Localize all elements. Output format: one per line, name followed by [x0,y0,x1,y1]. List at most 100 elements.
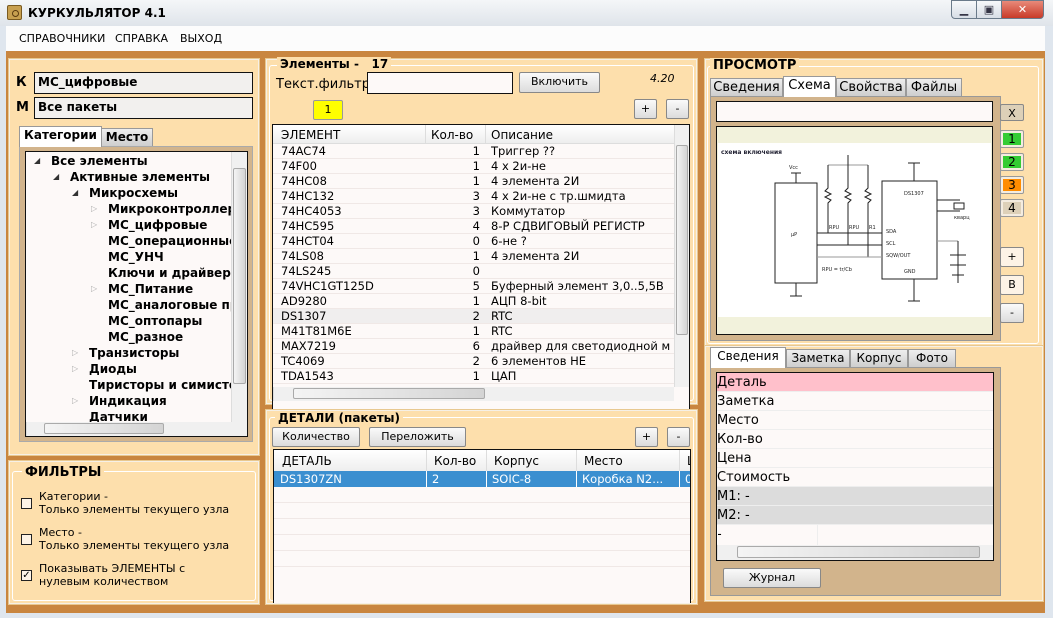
menu-exit[interactable]: ВЫХОД [180,32,222,45]
tree-item[interactable]: МС_УНЧ [26,249,231,265]
table-row[interactable]: 74HC132 3 4 х 2и-не с тр.шмидта [273,189,674,204]
col-1[interactable]: Кол-во [434,454,476,468]
info-tab-0[interactable]: Сведения [710,347,786,368]
move-button[interactable]: Переложить [369,427,466,447]
tree-item[interactable]: ▷ Индикация [26,393,231,409]
tab-0[interactable]: Сведения [710,78,783,97]
menu-references[interactable]: СПРАВОЧНИКИ [19,32,105,45]
table-row[interactable]: 74HC4053 3 Коммутатор [273,204,674,219]
table-row[interactable]: 74AC74 1 Триггер ?? [273,144,674,159]
table-row[interactable]: 74HCT04 0 6-не ? [273,234,674,249]
expanded-icon[interactable]: ◢ [53,169,59,185]
info-row[interactable]: МестоКоробка N2 зеленая [717,411,993,466]
info-tab-2[interactable]: Корпус [850,349,908,368]
maximize-button[interactable]: ▣ [976,0,1002,19]
collapsed-icon[interactable]: ▷ [91,281,97,297]
add-element-button[interactable]: + [634,99,657,119]
remove-element-button[interactable]: - [666,99,689,119]
table-row[interactable]: TDA1543 1 ЦАП [273,369,674,384]
zoom-out-button[interactable]: - [1000,303,1024,323]
number-button-1[interactable]: 1 [1000,130,1024,148]
elements-horizontal-scrollbar[interactable] [273,387,674,401]
add-detail-button[interactable]: + [635,427,658,447]
tree-horizontal-scrollbar[interactable] [26,422,247,436]
category-field[interactable]: МС_цифровые [34,72,253,94]
table-row[interactable]: 74HC08 1 4 элемента 2И [273,174,674,189]
filter-checkbox[interactable]: ✓ [21,570,32,581]
zoom-fit-button[interactable]: B [1000,275,1024,295]
collapsed-icon[interactable]: ▷ [91,201,97,217]
scroll-thumb[interactable] [233,168,246,384]
tree-item[interactable]: ▷ Микроконтроллеры [26,201,231,217]
tree-item[interactable]: ▷ Диоды [26,361,231,377]
table-row[interactable]: TC4069 2 6 элементов НЕ [273,354,674,369]
info-row[interactable]: M2: - - [717,506,993,560]
tab-1[interactable]: Схема [783,76,836,97]
scroll-thumb[interactable] [737,546,980,558]
tree-item[interactable]: ◢ Микросхемы [26,185,231,201]
minimize-button[interactable]: ▁ [951,0,977,19]
table-row[interactable]: 74LS245 0 [273,264,674,279]
clear-path-button[interactable]: X [1000,104,1024,121]
tree-item[interactable]: Тиристоры и симисторы [26,377,231,393]
table-row[interactable]: DS1307 2 RTC [273,309,674,324]
table-row[interactable]: 74HC595 4 8-Р СДВИГОВЫЙ РЕГИСТР [273,219,674,234]
tree-item[interactable]: МС_оптопары [26,313,231,329]
scroll-thumb[interactable] [44,423,164,434]
table-row-selected[interactable]: DS1307ZN 2 SOIC-8 Коробка N2... 0 [274,471,690,487]
close-window-button[interactable]: ✕ [1001,0,1044,19]
table-row[interactable]: 74F00 1 4 х 2и-не [273,159,674,174]
number-button-3[interactable]: 3 [1000,176,1024,194]
place-field[interactable]: Все пакеты [34,97,253,119]
table-row[interactable]: 74VHC1GT125D 5 Буферный элемент 3,0..5,5В [273,279,674,294]
filter-checkbox[interactable] [21,498,32,509]
journal-button[interactable]: Журнал [723,568,821,588]
elements-vertical-scrollbar[interactable] [674,125,689,387]
tree-item[interactable]: МС_разное [26,329,231,345]
tree-item[interactable]: ▷ Транзисторы [26,345,231,361]
table-row[interactable]: AD9280 1 АЦП 8-bit [273,294,674,309]
tree-item[interactable]: ▷ МС_Питание [26,281,231,297]
number-button-4[interactable]: 4 [1000,199,1024,217]
elements-table[interactable]: ЭЛЕМЕНТ Кол-во Описание 74AC74 1 Триггер ?… [272,124,690,414]
tree-item[interactable]: ▷ МС_цифровые [26,217,231,233]
text-filter-input[interactable] [367,72,513,94]
table-row[interactable]: 74LS08 1 4 элемента 2И [273,249,674,264]
quantity-button[interactable]: Количество [272,427,360,447]
tree-item[interactable]: Датчики [26,409,231,422]
info-row[interactable]: Цена0,00 [717,449,993,504]
apply-filter-button[interactable]: Включить [519,72,600,93]
col-2[interactable]: Корпус [494,454,539,468]
tab-2[interactable]: Свойства [836,78,906,97]
collapsed-icon[interactable]: ▷ [72,345,78,361]
tree-vertical-scrollbar[interactable] [231,152,247,422]
category-tree[interactable]: ◢ Все элементы ◢ Активные элементы ◢ Микросхе… [25,151,248,437]
expanded-icon[interactable]: ◢ [72,185,78,201]
schematic-viewer[interactable]: схема включения Vcc µP DS1307 SDA SCL SQ… [716,126,993,335]
details-table[interactable]: ДЕТАЛЬ Кол-во Корпус Место Ц DS1307ZN 2 SOIC-8… [273,449,691,603]
col-4[interactable]: Ц [687,454,690,468]
scroll-thumb[interactable] [293,388,485,399]
info-table[interactable]: ДетальDS1307ZNЗаметкачип-нн 2015-05Место… [716,372,994,561]
menu-help[interactable]: СПРАВКА [115,32,168,45]
collapsed-icon[interactable]: ▷ [91,217,97,233]
scroll-thumb[interactable] [676,145,688,335]
tree-item[interactable]: ◢ Активные элементы [26,169,231,185]
tree-item[interactable]: МС_операционные [26,233,231,249]
tree-item[interactable]: Ключи и драйверы [26,265,231,281]
expanded-icon[interactable]: ◢ [34,153,40,169]
col-0[interactable]: ДЕТАЛЬ [282,454,332,468]
col-description[interactable]: Описание [491,128,553,142]
info-row[interactable]: ДетальDS1307ZN [717,373,993,428]
tab-place[interactable]: Место [101,128,153,147]
collapsed-icon[interactable]: ▷ [72,361,78,377]
info-tab-1[interactable]: Заметка [786,349,850,368]
filter-checkbox[interactable] [21,534,32,545]
col-element[interactable]: ЭЛЕМЕНТ [281,128,340,142]
table-row[interactable]: MAX7219 6 драйвер для светодиодной м [273,339,674,354]
info-row[interactable]: Стоимость0,00 [717,468,993,523]
info-row[interactable]: Кол-во2 [717,430,993,485]
table-row[interactable]: M41T81M6E 1 RTC [273,324,674,339]
info-horizontal-scrollbar[interactable] [717,545,993,560]
zoom-in-button[interactable]: + [1000,247,1024,267]
